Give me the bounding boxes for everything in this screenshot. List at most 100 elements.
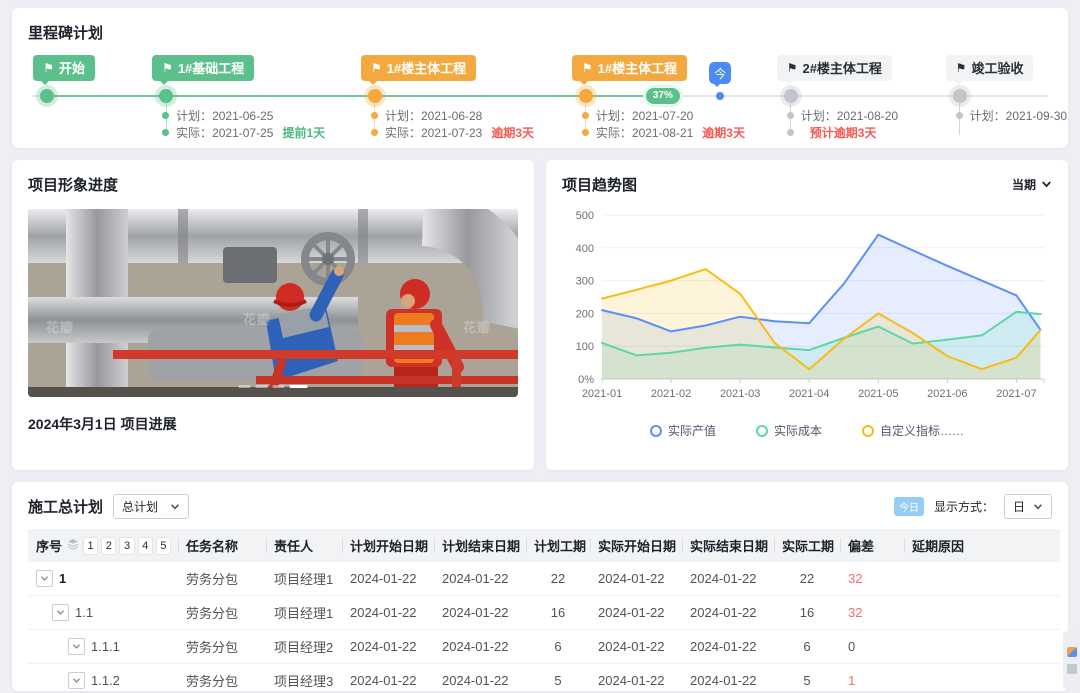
cell: 2024-01-22 bbox=[682, 630, 774, 664]
task-id: 1.1.1 bbox=[91, 639, 120, 654]
schedule-card: 施工总计划 总计划 今日 显示方式： 日 序号12345任务名称责任人计划开始日… bbox=[12, 482, 1068, 691]
milestone-date-row: 实际：2021-08-21逾期3天 bbox=[582, 124, 745, 141]
cell: 项目经理1 bbox=[266, 596, 342, 630]
photo-card-title: 项目形象进度 bbox=[28, 174, 518, 195]
cell: 22 bbox=[526, 562, 590, 596]
milestone-title: 里程碑计划 bbox=[28, 22, 1052, 43]
cell: 2024-01-22 bbox=[682, 596, 774, 630]
cell: 2024-01-22 bbox=[590, 630, 682, 664]
expand-toggle-icon[interactable] bbox=[68, 672, 85, 689]
svg-text:2021-06: 2021-06 bbox=[927, 388, 967, 400]
legend-item[interactable]: 实际产值 bbox=[650, 422, 716, 439]
column-header: 计划结束日期 bbox=[434, 529, 526, 562]
plan-type-select[interactable]: 总计划 bbox=[113, 494, 189, 519]
milestone-tag: ⚑1#楼主体工程 bbox=[361, 55, 476, 81]
milestone-tag: ⚑1#楼主体工程 bbox=[572, 55, 687, 81]
seq-wrap: 1.1 bbox=[36, 604, 170, 621]
column-header: 实际开始日期 bbox=[590, 529, 682, 562]
milestone-dates: 计划：2021-09-30 bbox=[956, 107, 1067, 124]
cell: 劳务分包 bbox=[178, 596, 266, 630]
timeline-track-done bbox=[40, 95, 654, 97]
chart-header: 项目趋势图 当期 bbox=[562, 174, 1052, 195]
cell: 1 bbox=[840, 664, 904, 692]
level-chip[interactable]: 2 bbox=[102, 538, 115, 554]
expand-toggle-icon[interactable] bbox=[52, 604, 69, 621]
cell: 5 bbox=[526, 664, 590, 692]
milestone-label: 开始 bbox=[59, 58, 85, 77]
date-text: 计划：2021-08-20 bbox=[801, 107, 898, 124]
column-header-label: 序号 bbox=[36, 536, 62, 555]
floating-widget[interactable] bbox=[1063, 631, 1080, 689]
level-chip[interactable]: 1 bbox=[84, 538, 97, 554]
carousel-dot[interactable] bbox=[273, 385, 285, 388]
legend-label: 实际成本 bbox=[774, 422, 822, 439]
expand-toggle-icon[interactable] bbox=[68, 638, 85, 655]
date-bullet bbox=[371, 112, 378, 119]
date-text: 计划：2021-09-30 bbox=[970, 107, 1067, 124]
cell: 2024-01-22 bbox=[434, 562, 526, 596]
date-status: 预计逾期3天 bbox=[810, 124, 877, 141]
milestone-dates: 计划：2021-07-20实际：2021-08-21逾期3天 bbox=[582, 107, 745, 141]
level-chip[interactable]: 3 bbox=[120, 538, 133, 554]
milestone-tag: ⚑竣工验收 bbox=[946, 55, 1034, 81]
watermark: 花瓣 bbox=[46, 317, 74, 336]
legend-label: 实际产值 bbox=[668, 422, 716, 439]
cell: 劳务分包 bbox=[178, 630, 266, 664]
cell-seq: 1.1 bbox=[28, 596, 178, 630]
cell: 6 bbox=[774, 630, 840, 664]
legend-item[interactable]: 自定义指标…… bbox=[862, 422, 964, 439]
expand-toggle-icon[interactable] bbox=[36, 570, 53, 587]
milestone-tag: ⚑开始 bbox=[33, 55, 95, 81]
milestone-date-row: 计划：2021-09-30 bbox=[956, 107, 1067, 124]
carousel-dot[interactable] bbox=[239, 385, 251, 388]
carousel-dot[interactable] bbox=[256, 385, 268, 388]
milestone-dates: 计划：2021-06-28实际：2021-07-23逾期3天 bbox=[371, 107, 534, 141]
level-chip[interactable]: 5 bbox=[157, 538, 170, 554]
today-icon: 今 bbox=[709, 62, 731, 84]
cell: 劳务分包 bbox=[178, 664, 266, 692]
date-bullet bbox=[787, 112, 794, 119]
level-chip[interactable]: 4 bbox=[139, 538, 152, 554]
period-select[interactable]: 当期 bbox=[1012, 176, 1052, 193]
table-row[interactable]: 1劳务分包项目经理12024-01-222024-01-22222024-01-… bbox=[28, 562, 1060, 596]
cell: 22 bbox=[774, 562, 840, 596]
task-id: 1 bbox=[59, 571, 66, 586]
date-text: 实际：2021-07-23 bbox=[385, 124, 482, 141]
milestone-label: 1#楼主体工程 bbox=[387, 58, 466, 77]
column-header: 实际结束日期 bbox=[682, 529, 774, 562]
table-row[interactable]: 1.1.2劳务分包项目经理32024-01-222024-01-2252024-… bbox=[28, 664, 1060, 692]
photo-carousel: 花瓣 花瓣 花瓣 bbox=[28, 209, 518, 397]
cell-seq: 1.1.2 bbox=[28, 664, 178, 692]
middle-row: 项目形象进度 bbox=[12, 160, 1068, 470]
milestone-dot bbox=[953, 89, 967, 103]
seq-wrap: 1 bbox=[36, 570, 170, 587]
cell: 2024-01-22 bbox=[682, 664, 774, 692]
seq-wrap: 1.1.2 bbox=[36, 672, 170, 689]
milestone-dates: 计划：2021-08-20预计逾期3天 bbox=[787, 107, 898, 141]
svg-text:300: 300 bbox=[576, 276, 594, 288]
today-dot bbox=[716, 92, 724, 100]
column-header: 偏差 bbox=[840, 529, 904, 562]
carousel-dots bbox=[239, 385, 308, 388]
today-badge[interactable]: 今日 bbox=[894, 497, 924, 516]
table-row[interactable]: 1.1.1劳务分包项目经理22024-01-222024-01-2262024-… bbox=[28, 630, 1060, 664]
column-header: 延期原因 bbox=[904, 529, 1060, 562]
project-dashboard: 里程碑计划 ⚑开始⚑1#基础工程计划：2021-06-25实际：2021-07-… bbox=[0, 0, 1080, 691]
svg-text:2021-05: 2021-05 bbox=[858, 388, 898, 400]
flag-icon: ⚑ bbox=[582, 62, 593, 74]
milestone-date-row: 计划：2021-06-28 bbox=[371, 107, 534, 124]
milestone-label: 竣工验收 bbox=[971, 58, 1023, 77]
cell: 2024-01-22 bbox=[682, 562, 774, 596]
svg-text:2021-02: 2021-02 bbox=[651, 388, 691, 400]
display-mode-select[interactable]: 日 bbox=[1004, 494, 1052, 519]
table-row[interactable]: 1.1劳务分包项目经理12024-01-222024-01-22162024-0… bbox=[28, 596, 1060, 630]
legend-item[interactable]: 实际成本 bbox=[756, 422, 822, 439]
milestone-date-row: 预计逾期3天 bbox=[787, 124, 898, 141]
carousel-dot[interactable] bbox=[290, 385, 308, 388]
milestone-date-row: 计划：2021-07-20 bbox=[582, 107, 745, 124]
date-text: 实际：2021-07-25 bbox=[176, 124, 273, 141]
milestone-label: 1#基础工程 bbox=[178, 58, 244, 77]
cell: 2024-01-22 bbox=[342, 630, 434, 664]
milestone-dot bbox=[40, 89, 54, 103]
cell bbox=[904, 630, 1060, 664]
